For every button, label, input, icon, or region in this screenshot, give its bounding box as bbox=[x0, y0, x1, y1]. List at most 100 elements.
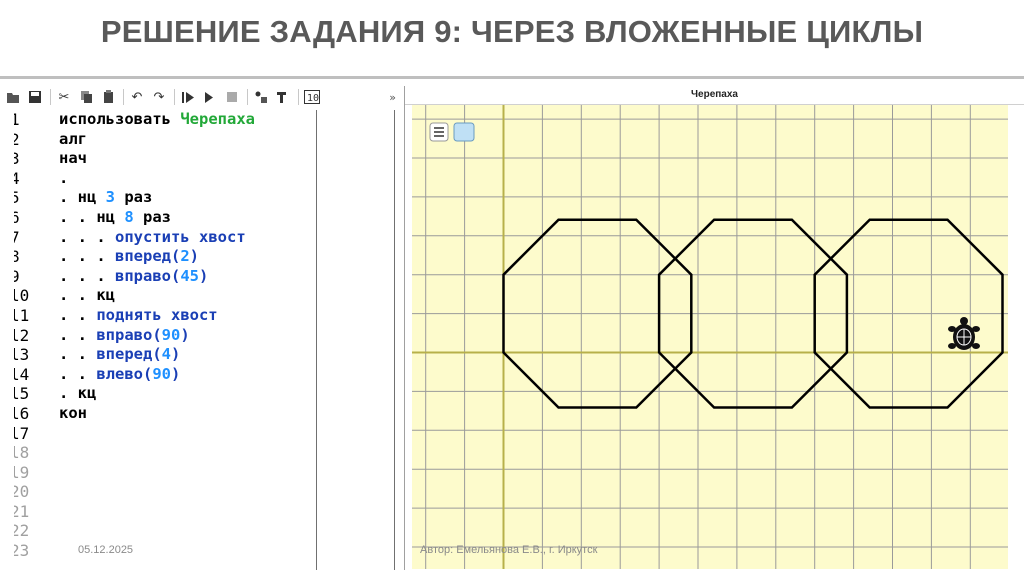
line-number: l3 bbox=[14, 345, 30, 365]
code-area[interactable]: использовать Черепаха алг нач.. нц 3 раз. … bbox=[59, 110, 316, 424]
undo-icon[interactable]: ↶ bbox=[128, 88, 146, 106]
code-token: Черепаха bbox=[180, 110, 255, 128]
toolbar-separator bbox=[50, 89, 51, 105]
save-icon[interactable] bbox=[26, 88, 44, 106]
paste-icon[interactable] bbox=[99, 88, 117, 106]
line-number: 22 bbox=[14, 521, 30, 541]
code-line[interactable]: . . вправо(90) bbox=[59, 325, 316, 346]
line-number: 3 bbox=[14, 149, 50, 169]
line-number: l6 bbox=[14, 403, 30, 423]
line-number: l7 bbox=[14, 423, 30, 443]
line-number: 8 bbox=[14, 247, 50, 267]
line-number: 9 bbox=[14, 267, 50, 287]
code-line[interactable]: . . . вправо(45) bbox=[59, 266, 316, 287]
turtle-drawing bbox=[412, 105, 1008, 569]
code-token: 8 bbox=[124, 207, 134, 226]
editor-scroll-divider bbox=[394, 110, 395, 570]
line-number: 4 bbox=[14, 169, 50, 189]
code-line[interactable]: . . . вперед(2) bbox=[59, 247, 316, 267]
code-token: ) bbox=[199, 266, 209, 285]
code-token: ) bbox=[180, 325, 190, 344]
turtle-canvas[interactable] bbox=[412, 105, 1008, 569]
code-token: раз bbox=[133, 207, 171, 226]
code-line[interactable]: . . поднять хвост bbox=[59, 305, 316, 326]
line-number: l8 bbox=[14, 443, 30, 463]
line-number: 6 bbox=[14, 208, 50, 228]
code-token: вправо( bbox=[115, 266, 181, 285]
copy-icon[interactable] bbox=[77, 88, 95, 106]
code-token: ) bbox=[189, 247, 200, 266]
code-line[interactable]: . bbox=[59, 169, 316, 189]
debug-icon[interactable] bbox=[252, 88, 270, 106]
code-token: 90 bbox=[161, 325, 181, 344]
code-line[interactable]: кон bbox=[59, 403, 316, 424]
line-number: l1 bbox=[14, 305, 30, 325]
code-token: нач bbox=[59, 149, 87, 168]
code-token: . . bbox=[59, 345, 97, 364]
code-token: вправо( bbox=[96, 325, 162, 344]
cut-icon[interactable]: ✂ bbox=[55, 88, 73, 106]
stop-icon[interactable] bbox=[223, 88, 241, 106]
code-token: ) bbox=[171, 345, 181, 364]
panel-divider bbox=[404, 86, 405, 570]
title-divider bbox=[0, 76, 1024, 79]
open-icon[interactable] bbox=[4, 88, 22, 106]
code-line[interactable]: использовать Черепаха bbox=[59, 110, 316, 130]
code-token: использовать bbox=[59, 110, 181, 128]
line-number: l9 bbox=[14, 462, 30, 482]
toolbar-overflow-button[interactable]: » bbox=[389, 88, 396, 106]
line-number: 1 bbox=[14, 110, 50, 130]
code-line[interactable]: . . нц 8 раз bbox=[59, 207, 316, 228]
menu-icon bbox=[429, 122, 449, 142]
code-token: поднять хвост bbox=[96, 305, 218, 324]
line-number: 7 bbox=[14, 228, 50, 248]
code-token: опустить хвост bbox=[115, 227, 246, 246]
toolbar-separator bbox=[298, 89, 299, 105]
line-number: l4 bbox=[14, 364, 30, 384]
code-token: . . bbox=[59, 325, 97, 344]
svg-text:10: 10 bbox=[307, 93, 319, 104]
code-line[interactable]: . . вперед(4) bbox=[59, 345, 316, 365]
code-line[interactable]: . . влево(90) bbox=[59, 364, 316, 385]
code-line[interactable]: . . . опустить хвост bbox=[59, 227, 316, 248]
code-token: кон bbox=[59, 403, 87, 422]
code-token: . . . bbox=[59, 227, 115, 246]
line-number: 21 bbox=[14, 501, 30, 521]
slide-title: РЕШЕНИЕ ЗАДАНИЯ 9: ЧЕРЕЗ ВЛОЖЕННЫЕ ЦИКЛЫ bbox=[100, 14, 924, 49]
code-token: 2 bbox=[180, 247, 190, 266]
code-line[interactable]: нач bbox=[59, 149, 316, 169]
code-line[interactable]: алг bbox=[59, 129, 316, 150]
slide-author: Автор: Емельянова Е.В., г. Иркутск bbox=[420, 544, 598, 556]
code-line[interactable]: . нц 3 раз bbox=[59, 188, 316, 208]
toolbar-separator bbox=[247, 89, 248, 105]
line-number: 5 bbox=[14, 188, 50, 208]
redo-icon[interactable]: ↷ bbox=[150, 88, 168, 106]
code-token: алг bbox=[59, 129, 87, 148]
code-token: вперед( bbox=[96, 345, 162, 364]
code-token: . . bbox=[59, 364, 97, 383]
code-token: ) bbox=[171, 364, 181, 383]
code-token: . . . bbox=[59, 266, 115, 285]
line-number: 2 bbox=[14, 130, 50, 150]
line-number: l5 bbox=[14, 384, 30, 404]
code-token: . кц bbox=[59, 384, 97, 403]
toolbar-separator bbox=[174, 89, 175, 105]
code-line[interactable]: . . кц bbox=[59, 286, 316, 306]
code-token: . нц bbox=[59, 188, 106, 207]
code-token: . . bbox=[59, 305, 97, 324]
code-token: . . нц bbox=[59, 207, 125, 226]
trace-icon[interactable] bbox=[274, 88, 292, 106]
code-token: 45 bbox=[180, 266, 199, 285]
step-icon[interactable] bbox=[201, 88, 219, 106]
line-number: l2 bbox=[14, 325, 30, 345]
line-number: l0 bbox=[14, 286, 30, 306]
io-icon[interactable]: 10 bbox=[303, 88, 321, 106]
code-editor[interactable]: 123456789l0l1l2l3l4l5l6l7l8l920212223 ис… bbox=[14, 110, 317, 570]
code-token: 4 bbox=[161, 345, 171, 364]
toolbar-separator bbox=[123, 89, 124, 105]
line-number-gutter: 123456789l0l1l2l3l4l5l6l7l8l920212223 bbox=[14, 110, 50, 561]
code-line[interactable]: . кц bbox=[59, 384, 316, 404]
canvas-background bbox=[412, 105, 1008, 569]
run-icon[interactable] bbox=[179, 88, 197, 106]
code-token: раз bbox=[115, 188, 153, 207]
